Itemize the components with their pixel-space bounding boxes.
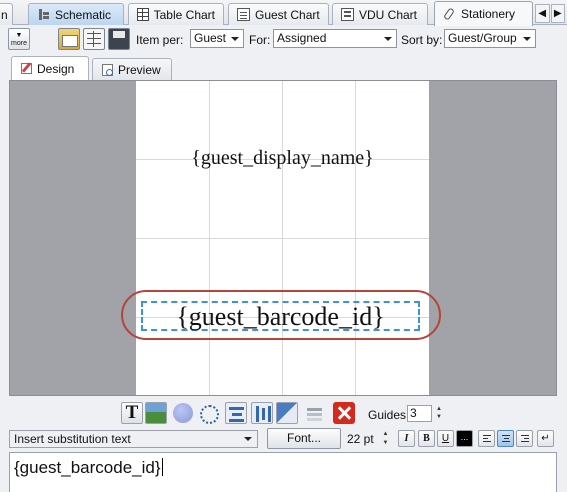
field-text-editor[interactable]: {guest_barcode_id} [9, 452, 557, 492]
new-line-button[interactable]: ↵ [537, 430, 554, 447]
sort-by-label: Sort by: [401, 33, 443, 47]
font-size-value[interactable]: 22 pt [347, 432, 374, 446]
chevron-down-icon [231, 37, 239, 41]
substitution-select-label: Insert substitution text [14, 432, 131, 446]
align-left-icon [483, 435, 491, 442]
font-button[interactable]: Font... [267, 428, 341, 449]
tab-partial[interactable]: n [0, 3, 13, 25]
tab-guest-chart-label: Guest Chart [255, 7, 320, 22]
tab-table-chart-label: Table Chart [153, 7, 215, 22]
tab-vdu-chart-label: VDU Chart [359, 7, 418, 22]
tab-scroll-right-button[interactable]: ▶ [550, 4, 565, 23]
layout-grid-icon[interactable] [83, 28, 105, 50]
align-icon[interactable] [225, 402, 247, 424]
more-button-label: more [11, 40, 27, 47]
spin-down-icon[interactable]: ▼ [381, 439, 390, 448]
sort-by-select[interactable]: Guest/Group [444, 29, 536, 48]
guides-spinner: ▲ ▼ [434, 405, 444, 422]
item-per-label: Item per: [136, 33, 184, 47]
design-canvas[interactable]: {guest_display_name} {guest_barcode_id} [9, 80, 557, 396]
tab-schematic-label: Schematic [55, 7, 112, 22]
view-tabs: Design Preview [0, 54, 567, 80]
tab-stationery-label: Stationery [461, 7, 516, 21]
more-chevron-icon: ▼ [15, 32, 23, 39]
stationery-toolbar: ▼ more Item per: Guest For: Assigned Sor… [0, 26, 567, 53]
chevron-down-icon [384, 37, 392, 41]
for-select[interactable]: Assigned [273, 29, 397, 48]
highlight-annotation [121, 290, 441, 340]
element-toolbar: T Guides: 3 ▲ ▼ [0, 400, 567, 428]
image-tool-icon[interactable] [145, 402, 167, 424]
chevron-down-icon [244, 437, 252, 441]
return-arrow-icon: ↵ [541, 433, 550, 444]
for-value: Assigned [277, 31, 327, 45]
guest-name-field[interactable]: {guest_display_name} [136, 147, 429, 170]
pencil-icon [21, 63, 32, 74]
document-tab-strip: n Schematic Table Chart Guest Chart VDU … [0, 0, 567, 26]
delete-icon[interactable] [333, 402, 355, 424]
text-format-bar: Insert substitution text Font... 22 pt ▲… [0, 428, 567, 450]
align-center-icon [502, 435, 510, 442]
guides-label: Guides: [368, 408, 410, 422]
tab-design[interactable]: Design [11, 56, 89, 80]
chevron-down-icon [523, 37, 531, 41]
tab-stationery[interactable]: Stationery [434, 1, 533, 26]
for-label: For: [249, 33, 271, 47]
spin-up-icon[interactable]: ▲ [381, 430, 390, 439]
align-left-button[interactable] [478, 430, 495, 447]
spin-up-icon[interactable]: ▲ [434, 405, 444, 413]
align-right-icon [521, 435, 529, 442]
text-color-button[interactable]: ... [456, 430, 473, 447]
tab-guest-chart[interactable]: Guest Chart [228, 3, 329, 25]
pen-icon [443, 8, 456, 21]
layers-icon[interactable] [304, 402, 326, 424]
item-per-select[interactable]: Guest [190, 29, 244, 48]
schematic-icon [37, 8, 50, 21]
item-per-value: Guest [194, 31, 227, 45]
guide-line [136, 238, 429, 239]
vdu-icon [341, 8, 354, 21]
align-right-button[interactable] [516, 430, 533, 447]
substitution-select[interactable]: Insert substitution text [9, 430, 258, 448]
tab-scroll-buttons: ◀ ▶ [535, 4, 565, 23]
underline-button[interactable]: U [437, 430, 454, 447]
preview-icon [102, 63, 113, 76]
ellipse-tool-icon[interactable] [172, 402, 194, 424]
bold-button[interactable]: B [418, 430, 435, 447]
text-cursor [161, 458, 163, 476]
tab-schematic[interactable]: Schematic [28, 3, 124, 25]
table-icon [137, 8, 149, 21]
spin-down-icon[interactable]: ▼ [434, 413, 444, 421]
open-folder-icon[interactable] [58, 28, 80, 50]
font-size-spinner: ▲ ▼ [381, 430, 390, 448]
distribute-icon[interactable] [251, 402, 273, 424]
text-tool-icon[interactable]: T [121, 402, 143, 424]
save-icon[interactable] [108, 28, 130, 50]
tab-preview[interactable]: Preview [92, 58, 172, 80]
selection-tool-icon[interactable] [197, 402, 219, 424]
guides-input[interactable]: 3 [407, 405, 432, 422]
field-text-value: {guest_barcode_id} [14, 458, 161, 477]
tab-design-label: Design [37, 61, 75, 76]
tab-table-chart[interactable]: Table Chart [128, 3, 224, 25]
tab-preview-label: Preview [118, 62, 161, 77]
italic-button[interactable]: I [398, 430, 415, 447]
more-button[interactable]: ▼ more [8, 28, 30, 50]
tab-scroll-left-button[interactable]: ◀ [535, 4, 550, 23]
align-center-button[interactable] [497, 430, 514, 447]
sort-by-value: Guest/Group [448, 31, 517, 45]
stationery-page[interactable]: {guest_display_name} {guest_barcode_id} [136, 81, 429, 395]
guest-list-icon [237, 8, 250, 21]
tab-vdu-chart[interactable]: VDU Chart [332, 3, 428, 25]
tab-partial-label: n [1, 7, 8, 22]
flag-icon[interactable] [276, 402, 298, 424]
